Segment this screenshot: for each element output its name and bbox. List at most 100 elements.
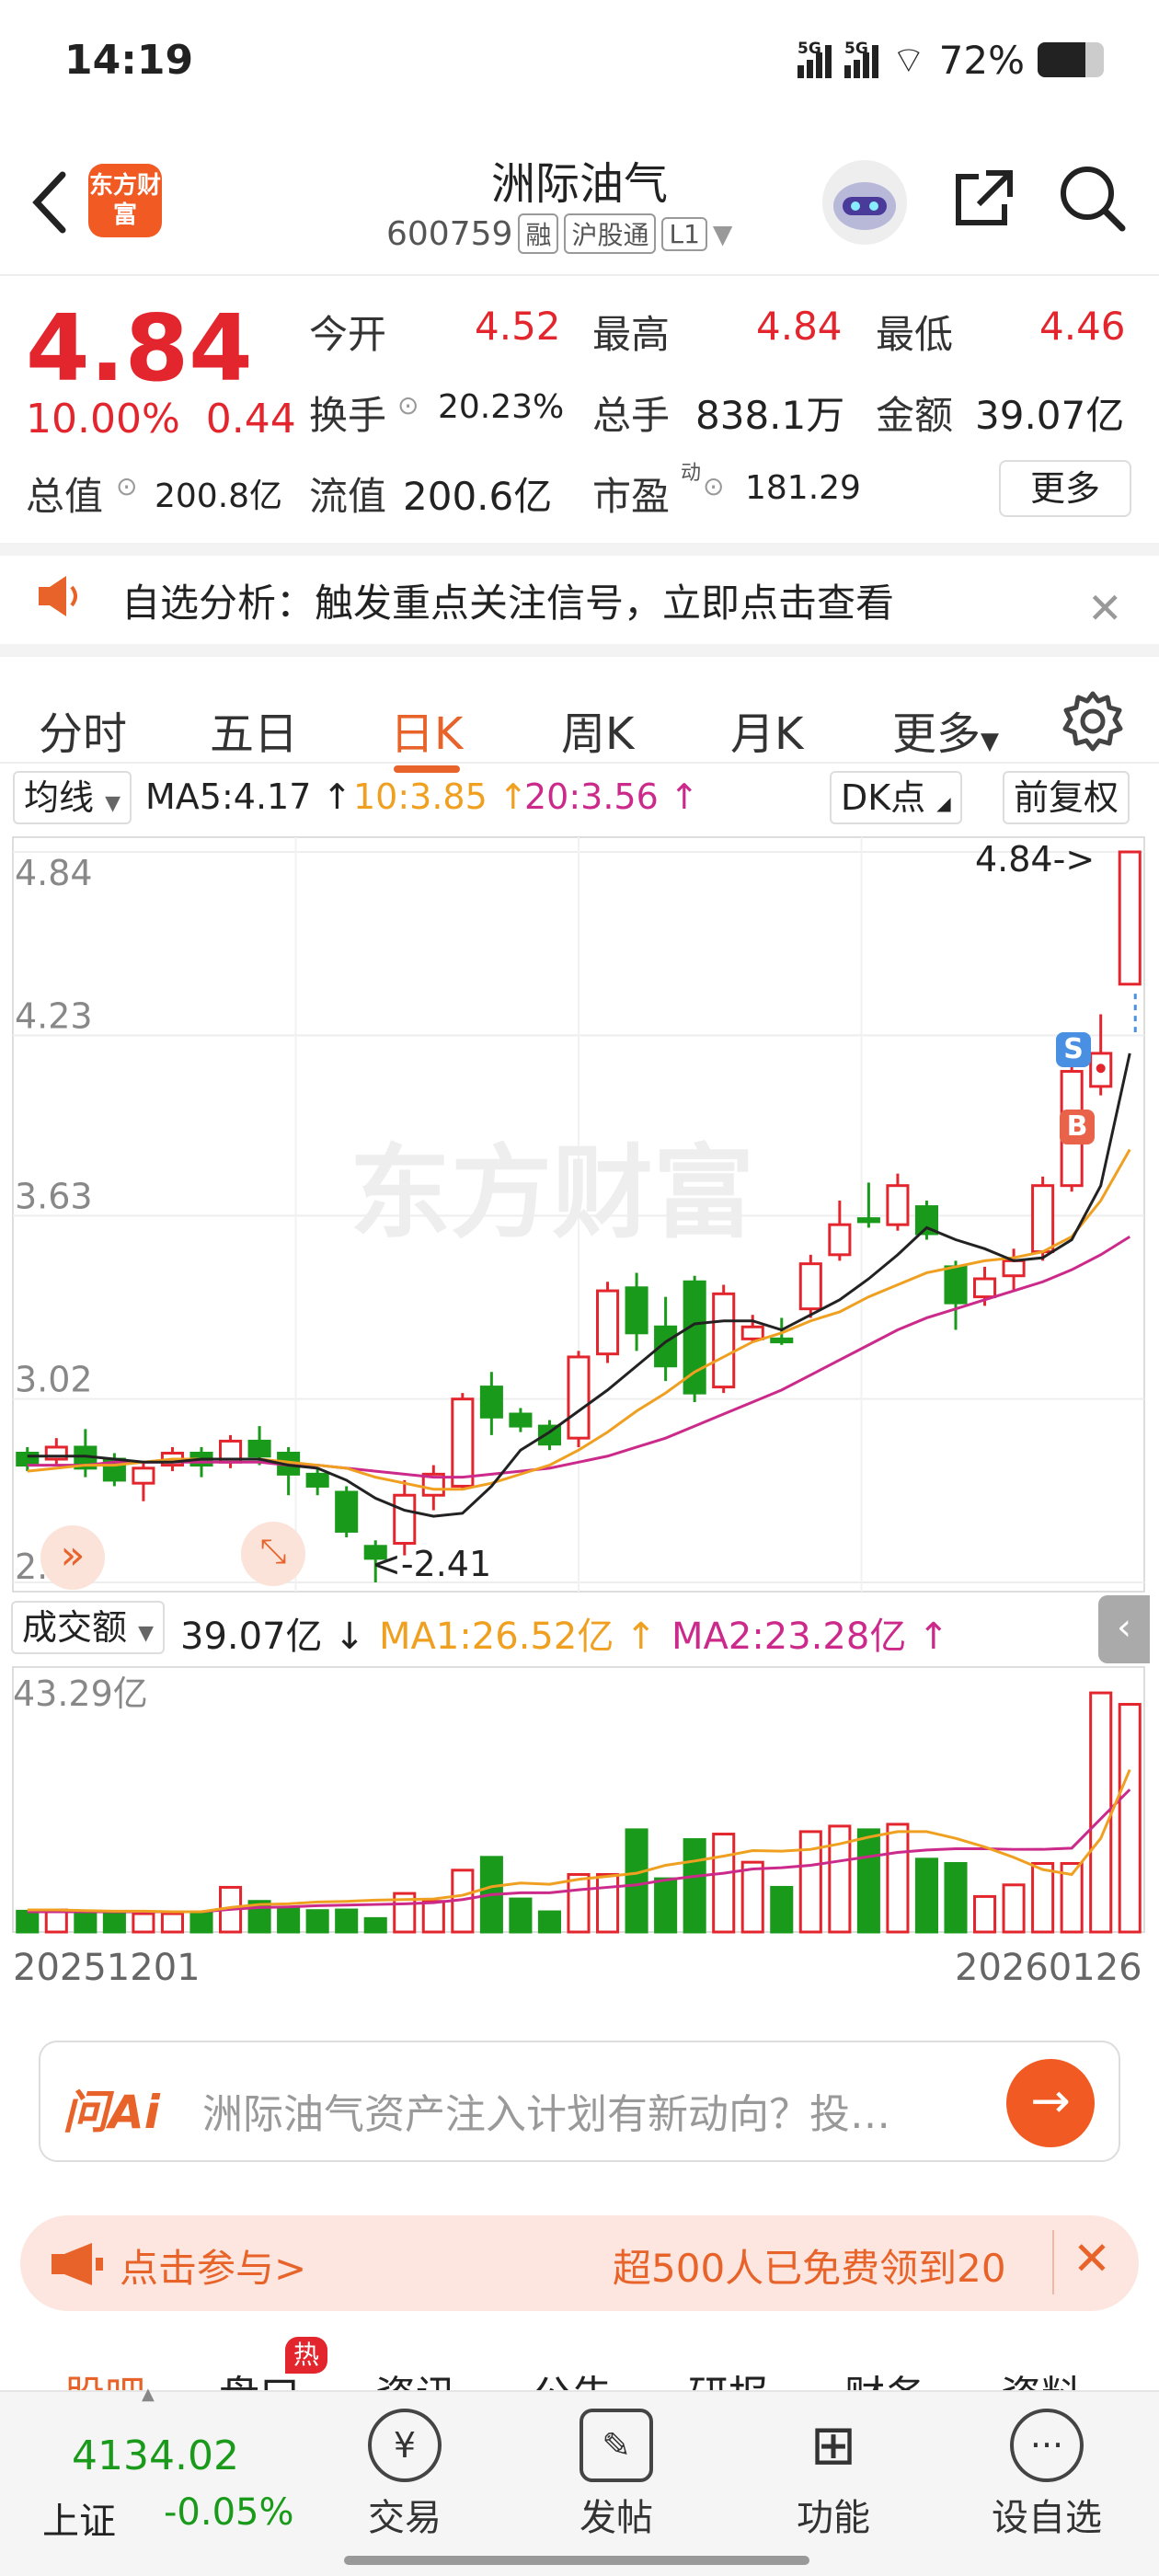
robot-avatar-icon[interactable]: [822, 160, 907, 245]
price-axis: 4.844.233.633.022.41: [15, 853, 93, 1587]
open-value: 4.52: [475, 304, 561, 349]
volume-selector[interactable]: 成交额 ▼: [11, 1601, 166, 1654]
candle-body: [335, 1490, 359, 1533]
status-time: 14:19: [64, 37, 194, 84]
volume-bar: [305, 1909, 329, 1934]
nav-post[interactable]: ✎ 发帖: [570, 2409, 662, 2541]
volume-bar: [567, 1872, 591, 1934]
collapse-panel-icon[interactable]: ‹: [1098, 1595, 1150, 1663]
chevron-down-icon: ▼: [712, 218, 733, 249]
tag-level: L1: [661, 216, 707, 251]
stock-code: 600759: [386, 214, 513, 253]
pe-superscript: 动: [681, 462, 702, 485]
price-tick-label: 4.84: [15, 853, 93, 893]
volume-bar: [654, 1877, 678, 1934]
index-value[interactable]: 4134.02: [72, 2432, 239, 2479]
index-name: 上证: [42, 2501, 116, 2543]
volume-amount: 39.07亿 ↓: [180, 1616, 365, 1658]
volume-bar: [1031, 1861, 1055, 1934]
promo-banner[interactable]: 点击参与> 超500人已免费领到20 ✕: [20, 2215, 1139, 2311]
volume-bar: [1118, 1703, 1142, 1934]
volume-label: 总手: [592, 393, 671, 438]
index-change: -0.05%: [164, 2491, 294, 2534]
tab-monthly-k[interactable]: 月K: [730, 697, 803, 762]
date-start: 20251201: [13, 1947, 201, 1989]
buy-signal-icon[interactable]: B: [1060, 1110, 1095, 1144]
low-value: 4.46: [1039, 304, 1126, 349]
info-icon[interactable]: ⊙: [116, 471, 137, 501]
hot-badge: 热: [285, 2337, 327, 2374]
caret-down-icon: ▼: [105, 792, 121, 815]
float-cap-value: 200.6亿: [403, 474, 553, 519]
candle-body: [712, 1292, 736, 1389]
candle-body: [247, 1439, 271, 1458]
arrow-right-icon[interactable]: →: [1006, 2059, 1095, 2147]
subtab-news[interactable]: 资讯: [375, 2363, 456, 2392]
subtab-announcement[interactable]: 公告: [532, 2363, 613, 2392]
low-label: 最低: [876, 312, 954, 357]
adjust-selector[interactable]: 前复权: [1003, 771, 1130, 824]
candle-body: [944, 1265, 968, 1305]
candle-body: [596, 1289, 620, 1356]
volume-bar: [421, 1900, 445, 1934]
volume-bar: [914, 1857, 939, 1934]
subtab-finance[interactable]: 财务: [844, 2363, 925, 2392]
close-icon[interactable]: ✕: [1073, 2232, 1111, 2285]
candle-body: [305, 1472, 329, 1488]
ma-selector[interactable]: 均线 ▼: [13, 771, 132, 824]
price-tick-label: 4.23: [15, 995, 93, 1036]
yen-cycle-icon: ¥: [368, 2409, 442, 2482]
kline-chart[interactable]: 东方财富 4.844.233.633.022.41 4.84-> <-2.41 …: [0, 828, 1159, 2052]
fullscreen-icon[interactable]: ⤡: [241, 1522, 305, 1586]
sell-signal-icon[interactable]: S: [1056, 1032, 1091, 1067]
caret-icon: ◢: [936, 792, 951, 814]
more-stats-button[interactable]: 更多: [999, 460, 1131, 517]
expand-left-icon[interactable]: »: [40, 1525, 105, 1590]
nav-functions[interactable]: ⊞ 功能: [787, 2409, 879, 2541]
notice-bar[interactable]: 自选分析：触发重点关注信号，立即点击查看 ✕: [0, 543, 1159, 644]
gear-icon[interactable]: [1060, 688, 1126, 754]
search-icon[interactable]: [1056, 162, 1130, 236]
volume-bar: [944, 1861, 968, 1934]
ai-prompt[interactable]: 洲际油气资产注入计划有新动向？投…: [202, 2081, 890, 2140]
tab-daily-k[interactable]: 日K: [390, 697, 463, 762]
volume-ma1: MA1:26.52亿 ↑: [379, 1616, 657, 1658]
candle-body: [567, 1355, 591, 1440]
volume-ma2: MA2:23.28亿 ↑: [671, 1616, 949, 1658]
candle-body: [393, 1493, 417, 1546]
dk-point-selector[interactable]: DK点 ◢: [830, 771, 962, 824]
ai-badge: 问Ai: [63, 2086, 160, 2139]
divider: [1052, 2230, 1054, 2294]
ai-question-bar[interactable]: 问Ai 洲际油气资产注入计划有新动向？投… →: [39, 2041, 1120, 2162]
subtab-profile[interactable]: 资料: [1001, 2363, 1082, 2392]
info-icon[interactable]: ⊙: [397, 390, 419, 420]
nav-functions-label: 功能: [797, 2497, 870, 2539]
volume-bar: [625, 1828, 648, 1934]
caret-down-icon: ▼: [138, 1622, 155, 1645]
subtab-forum[interactable]: 股吧: [64, 2363, 145, 2392]
tab-five-day[interactable]: 五日: [210, 697, 298, 762]
bottom-bar: ▲ 4134.02 上证 -0.05% ¥ 交易 ✎ 发帖 ⊞ 功能 ··· 设自选: [0, 2385, 1159, 2576]
nav-add-watchlist[interactable]: ··· 设自选: [982, 2409, 1111, 2541]
nav-trade[interactable]: ¥ 交易: [359, 2409, 451, 2541]
info-icon[interactable]: ⊙: [703, 471, 724, 501]
change-percent: 10.00%: [26, 396, 180, 443]
tab-weekly-k[interactable]: 周K: [561, 697, 634, 762]
stock-code-row[interactable]: 600759 融 沪股通 L1 ▼: [386, 213, 732, 254]
volume-bar: [537, 1910, 562, 1934]
candle-body: [973, 1277, 997, 1299]
more-dots-icon: ···: [1010, 2409, 1084, 2482]
subtab-research[interactable]: 研报: [688, 2363, 769, 2392]
promo-join-link[interactable]: 点击参与>: [120, 2237, 306, 2294]
volume-bar: [189, 1911, 213, 1934]
volume-bars: [16, 1691, 1142, 1934]
kline-svg[interactable]: 东方财富 4.844.233.633.022.41: [0, 828, 1159, 2052]
caret-up-icon: ▲: [142, 2385, 155, 2404]
tab-more[interactable]: 更多▼: [892, 697, 999, 762]
close-icon[interactable]: ✕: [1087, 583, 1123, 633]
ma10-value: 10:3.85 ↑: [353, 776, 528, 817]
volume-bar: [770, 1885, 794, 1934]
battery-icon: [1038, 42, 1104, 77]
tab-intraday[interactable]: 分时: [39, 697, 127, 762]
share-icon[interactable]: [947, 162, 1021, 236]
